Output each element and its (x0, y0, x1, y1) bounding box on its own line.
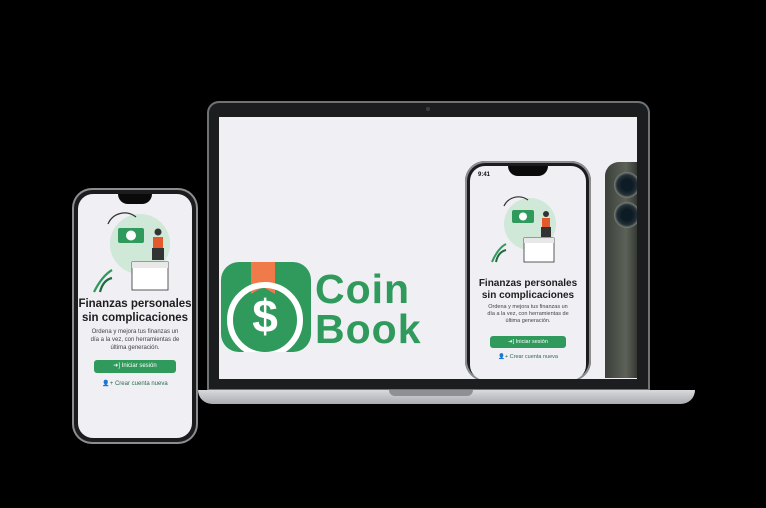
signup-link[interactable]: 👤+ Crear cuenta nueva (78, 380, 192, 387)
dynamic-island (508, 166, 548, 176)
app-title: Finanzas personales sin complicaciones (470, 278, 586, 302)
desc-line-1: Ordena y mejora tus finanzas un (91, 329, 179, 335)
title-line-1: Finanzas personales (478, 278, 578, 289)
laptop-phone-screen: 9:41 Finanzas personales sin complicacio… (470, 166, 586, 379)
finance-illustration-icon (93, 212, 170, 293)
brand-wordmark: Coin Book (315, 266, 422, 352)
desc-line-3: última generación. (505, 318, 551, 324)
app-icon: $ (221, 262, 311, 352)
camera-lens-icon (614, 202, 637, 228)
signup-label: Crear cuenta nueva (114, 381, 168, 387)
dynamic-island (118, 194, 152, 204)
brand-line-1: Coin (315, 266, 411, 312)
desc-line-2: día a la vez, con herramientas de (90, 337, 180, 343)
status-time: 9:41 (478, 172, 491, 178)
signup-link[interactable]: 👤+ Crear cuenta nueva (470, 354, 586, 360)
title-line-2: sin complicaciones (81, 312, 189, 324)
app-description: Ordena y mejora tus finanzas un día a la… (470, 304, 586, 325)
app-description: Ordena y mejora tus finanzas un día a la… (78, 328, 192, 352)
login-label: Iniciar sesión (515, 339, 548, 345)
camera-lens-icon (614, 172, 637, 198)
phone-back-camera (605, 162, 637, 378)
brand-line-2: Book (315, 306, 422, 352)
login-button[interactable]: ➜] Iniciar sesión (490, 336, 566, 348)
login-button[interactable]: ➜] Iniciar sesión (94, 360, 176, 373)
user-plus-icon: 👤+ (498, 354, 509, 360)
login-arrow-icon: ➜] (508, 339, 515, 345)
title-line-2: sin complicaciones (481, 290, 575, 301)
app-title: Finanzas personales sin complicaciones (78, 297, 192, 325)
login-arrow-icon: ➜] (113, 363, 120, 369)
front-phone-screen: Finanzas personales sin complicaciones O… (78, 194, 192, 438)
desc-line-3: última generación. (110, 345, 160, 351)
title-line-1: Finanzas personales (78, 298, 192, 310)
dollar-icon: $ (252, 290, 278, 342)
user-plus-icon: 👤+ (102, 381, 114, 387)
laptop-camera (426, 107, 430, 111)
finance-illustration-icon (491, 196, 556, 263)
front-phone: Finanzas personales sin complicaciones O… (72, 188, 198, 444)
laptop-notch (389, 390, 473, 396)
login-label: Iniciar sesión (121, 363, 157, 369)
laptop-phone: 9:41 Finanzas personales sin complicacio… (465, 161, 591, 379)
laptop-screen: $ Coin Book 9:41 Finanzas personales sin… (219, 117, 637, 379)
desc-line-1: Ordena y mejora tus finanzas un (488, 304, 568, 310)
desc-line-2: día a la vez, con herramientas de (487, 311, 569, 317)
signup-label: Crear cuenta nueva (509, 354, 558, 360)
